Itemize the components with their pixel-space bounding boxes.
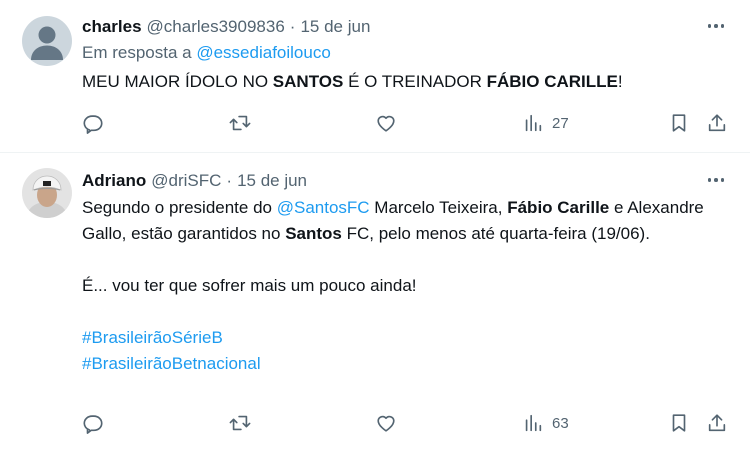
text-segment: Segundo o presidente do (82, 198, 277, 217)
hashtag-link[interactable]: #BrasileirãoBetnacional (82, 354, 261, 373)
bookmark-button[interactable] (668, 108, 690, 138)
more-options-icon[interactable] (704, 170, 728, 190)
views-button[interactable]: 63 (522, 408, 569, 438)
heart-icon (375, 412, 397, 434)
user-handle[interactable]: @driSFC (151, 168, 221, 194)
reply-icon (82, 112, 104, 134)
mention-link[interactable]: @SantosFC (277, 198, 370, 217)
retweet-icon (229, 412, 251, 434)
reply-button[interactable] (82, 108, 104, 138)
views-count: 27 (552, 114, 569, 132)
views-button[interactable]: 27 (522, 108, 569, 138)
action-bar: 27 (82, 108, 728, 138)
reply-prefix: Em resposta a (82, 43, 192, 62)
heart-icon (375, 112, 397, 134)
tweet-date[interactable]: 15 de jun (300, 14, 370, 40)
tweet-charles[interactable]: charles @charles3909836 · 15 de jun Em r… (0, 0, 750, 153)
views-chart-icon (522, 412, 544, 434)
like-button[interactable] (375, 408, 397, 438)
avatar[interactable] (22, 16, 72, 66)
tweet-text: MEU MAIOR ÍDOLO NO SANTOS É O TREINADOR … (82, 69, 728, 95)
share-button[interactable] (706, 408, 728, 438)
retweet-button[interactable] (229, 108, 251, 138)
retweet-button[interactable] (229, 408, 251, 438)
separator-dot: · (226, 171, 233, 190)
bold-text: Fábio Carille (507, 198, 610, 217)
views-count: 63 (552, 414, 569, 432)
bookmark-icon (668, 412, 690, 434)
text-line: É... vou ter que sofrer mais um pouco ai… (82, 276, 417, 295)
bold-text: Santos (285, 224, 342, 243)
text-segment: É O TREINADOR (343, 72, 487, 91)
tweet-date[interactable]: 15 de jun (237, 168, 307, 194)
display-name[interactable]: Adriano (82, 168, 146, 194)
bold-text: FÁBIO CARILLE (486, 72, 618, 91)
tweet-adriano[interactable]: Adriano @driSFC · 15 de jun Segundo o pr… (0, 153, 750, 453)
hashtag-link[interactable]: #BrasileirãoSérieB (82, 328, 223, 347)
more-options-icon[interactable] (704, 16, 728, 36)
reply-button[interactable] (82, 408, 104, 438)
share-icon (706, 112, 728, 134)
retweet-icon (229, 112, 251, 134)
text-segment: FC, pelo menos até quarta-feira (19/06). (341, 224, 650, 243)
reply-icon (82, 412, 104, 434)
share-icon (706, 412, 728, 434)
tweet-text: Segundo o presidente do @SantosFC Marcel… (82, 195, 728, 377)
user-handle[interactable]: @charles3909836 (147, 14, 285, 40)
bookmark-button[interactable] (668, 408, 690, 438)
default-avatar-icon (22, 16, 72, 66)
tweet-header: Adriano @driSFC · 15 de jun (82, 168, 728, 194)
share-button[interactable] (706, 108, 728, 138)
display-name[interactable]: charles (82, 14, 142, 40)
text-segment: MEU MAIOR ÍDOLO NO (82, 72, 273, 91)
action-bar: 63 (82, 408, 728, 438)
separator-dot: · (289, 17, 296, 36)
bold-text: SANTOS (272, 72, 344, 91)
tweet-header: charles @charles3909836 · 15 de jun (82, 14, 728, 40)
text-segment: ! (617, 72, 623, 91)
reply-mention-link[interactable]: @essediafoilouco (196, 43, 330, 62)
text-segment: Marcelo Teixeira, (369, 198, 508, 217)
bookmark-icon (668, 112, 690, 134)
views-chart-icon (522, 112, 544, 134)
reply-context: Em resposta a @essediafoilouco (82, 40, 728, 66)
like-button[interactable] (375, 108, 397, 138)
avatar[interactable] (22, 168, 72, 218)
profile-photo-icon (22, 168, 72, 218)
